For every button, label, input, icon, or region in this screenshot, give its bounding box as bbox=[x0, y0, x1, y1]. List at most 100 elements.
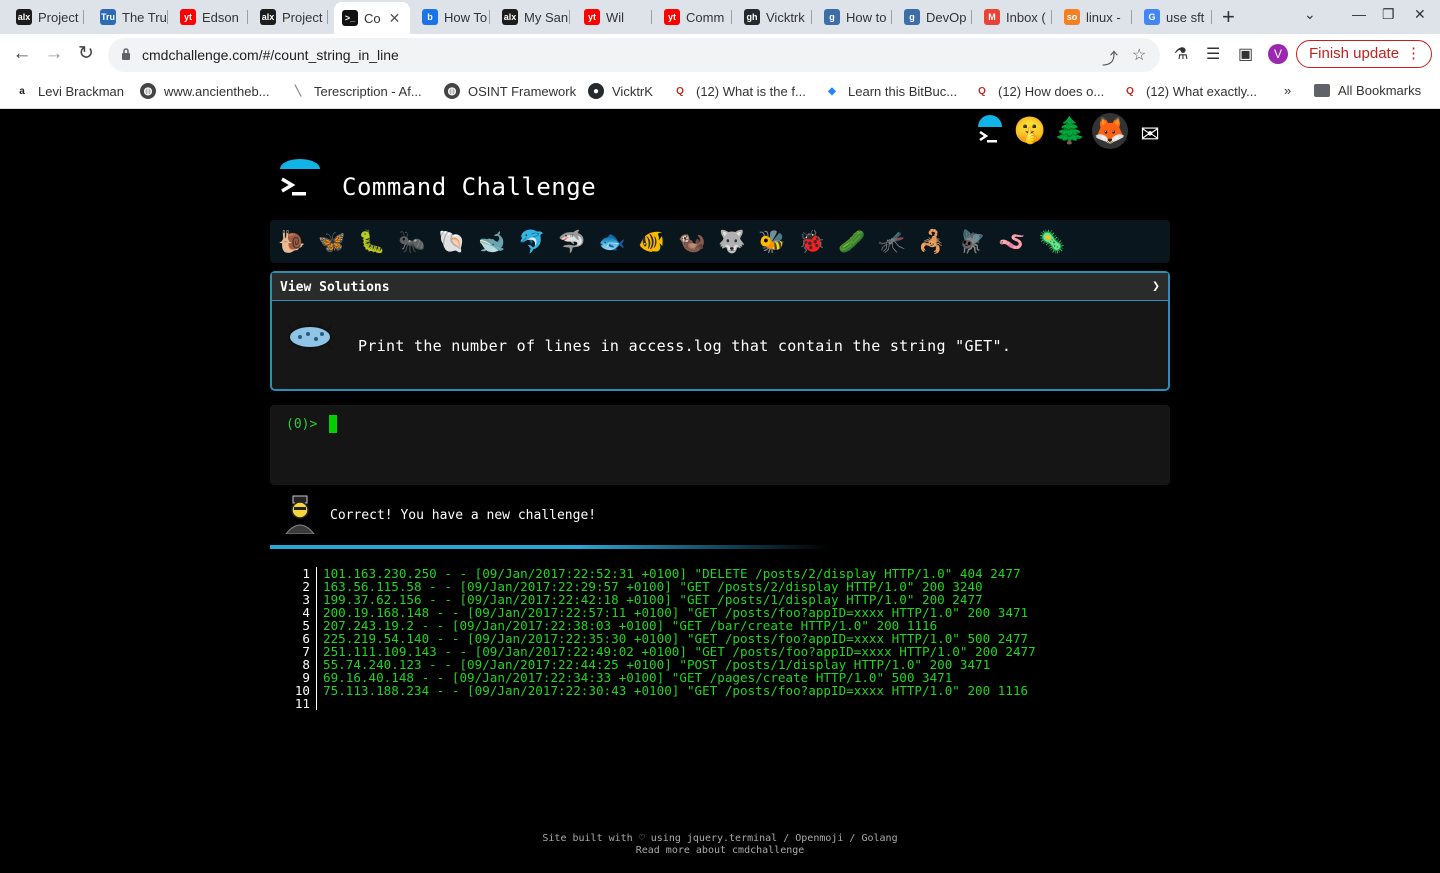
level-snail-icon[interactable]: 🐌 bbox=[276, 226, 308, 258]
tab-separator bbox=[811, 10, 812, 24]
minimize-icon[interactable]: — bbox=[1352, 6, 1366, 22]
bookmarks-bar: a Levi Brackman ◍ www.ancientheb... ╲ Terescr… bbox=[0, 75, 1440, 109]
level-whale-icon[interactable]: 🐋 bbox=[476, 226, 508, 258]
level-worm-icon[interactable]: 🪱 bbox=[996, 226, 1028, 258]
level-dolphin-icon[interactable]: 🐬 bbox=[516, 226, 548, 258]
bookmark-star-icon[interactable]: ☆ bbox=[1132, 45, 1146, 65]
gutter-divider bbox=[316, 619, 317, 632]
bookmark-item[interactable]: Q (12) What is the f... bbox=[672, 83, 806, 99]
tab-label: Edson bbox=[202, 9, 239, 25]
reload-icon[interactable]: ↻ bbox=[74, 43, 98, 65]
browser-tab[interactable]: yt Comm bbox=[656, 4, 732, 30]
line-number: 11 bbox=[294, 696, 310, 711]
tab-separator bbox=[327, 10, 328, 24]
browser-tab[interactable]: M Inbox ( bbox=[976, 4, 1052, 30]
address-bar[interactable]: cmdchallenge.com/#/count_string_in_line … bbox=[108, 38, 1160, 72]
level-fish-icon[interactable]: 🐟 bbox=[596, 226, 628, 258]
close-window-icon[interactable]: ✕ bbox=[1414, 6, 1426, 23]
bookmark-item[interactable]: a Levi Brackman bbox=[14, 83, 124, 99]
challenge-panel: View Solutions ❯ Print the number of lin… bbox=[270, 271, 1170, 391]
browser-tab[interactable]: g How to bbox=[816, 4, 892, 30]
log-line: 10 75.113.188.234 - - [09/Jan/2017:22:30:… bbox=[294, 684, 1036, 697]
bookmark-item[interactable]: Q (12) What exactly... bbox=[1122, 83, 1257, 99]
tab-label: How to bbox=[846, 9, 887, 25]
browser-tab[interactable]: >_ Co ✕ bbox=[334, 2, 410, 34]
browser-tab[interactable]: gh Vicktrk bbox=[736, 4, 812, 30]
level-fly-icon[interactable]: 🪰 bbox=[956, 226, 988, 258]
close-tab-icon[interactable]: ✕ bbox=[389, 10, 401, 27]
tab-separator bbox=[651, 10, 652, 24]
bookmark-favicon-icon: ╲ bbox=[290, 83, 306, 99]
gutter-divider bbox=[316, 580, 317, 593]
tab-label: linux - bbox=[1086, 9, 1121, 25]
mail-icon[interactable]: ✉ bbox=[1132, 113, 1168, 149]
level-caterpillar-icon[interactable]: 🐛 bbox=[356, 226, 388, 258]
level-ant-icon[interactable]: 🐜 bbox=[396, 226, 428, 258]
gitlab-icon[interactable]: 🦊 bbox=[1092, 113, 1128, 149]
share-icon[interactable]: ⤴ bbox=[1102, 45, 1118, 69]
restore-icon[interactable]: ❐ bbox=[1382, 6, 1395, 23]
browser-tab[interactable]: yt Edson bbox=[172, 4, 248, 30]
tab-search-icon[interactable]: ⌄ bbox=[1304, 6, 1316, 23]
bookmark-favicon-icon: Q bbox=[974, 83, 990, 99]
bookmark-label: Terescription - Af... bbox=[314, 83, 422, 99]
bookmark-item[interactable]: ◍ OSINT Framework bbox=[444, 83, 576, 99]
new-tab-button[interactable]: + bbox=[1222, 4, 1235, 30]
shushing-face-icon[interactable]: 🤫 bbox=[1012, 113, 1048, 149]
level-cucumber-icon[interactable]: 🥒 bbox=[836, 226, 868, 258]
gutter-divider bbox=[316, 671, 317, 684]
reading-list-icon[interactable]: ☰ bbox=[1206, 44, 1220, 64]
bookmark-item[interactable]: ◍ www.ancientheb... bbox=[140, 83, 270, 99]
bookmark-item[interactable]: Q (12) How does o... bbox=[974, 83, 1104, 99]
level-wolf-icon[interactable]: 🐺 bbox=[716, 226, 748, 258]
level-shark-icon[interactable]: 🦈 bbox=[556, 226, 588, 258]
terminal-cursor bbox=[329, 415, 337, 433]
level-shell-icon[interactable]: 🐚 bbox=[436, 226, 468, 258]
back-icon[interactable]: ← bbox=[10, 43, 34, 65]
finish-update-label: Finish update bbox=[1309, 45, 1400, 62]
page-content: 🤫 🌲 🦊 ✉ Command Challenge 🐌 🦋 🐛 🐜 🐚 🐋 🐬 🦈 🐟 🐠 🦦 🐺 🐝 🐞… bbox=[0, 109, 1440, 873]
level-tropical-fish-icon[interactable]: 🐠 bbox=[636, 226, 668, 258]
more-menu-icon[interactable]: ⋮ bbox=[1406, 41, 1421, 67]
bookmark-label: (12) What is the f... bbox=[696, 83, 806, 99]
browser-toolbar: ← → ↻ cmdchallenge.com/#/count_string_in… bbox=[0, 34, 1440, 75]
terminal-logo-icon[interactable] bbox=[972, 113, 1008, 149]
browser-tab[interactable]: alx Project bbox=[252, 4, 328, 30]
tab-label: My San bbox=[524, 9, 569, 25]
profile-avatar[interactable]: V bbox=[1268, 44, 1288, 64]
browser-tab[interactable]: Tru The Tru bbox=[92, 4, 168, 30]
footer-read-more-link[interactable]: Read more about cmdchallenge bbox=[0, 845, 1440, 857]
finish-update-button[interactable]: Finish update ⋮ bbox=[1296, 40, 1432, 68]
level-scorpion-icon[interactable]: 🦂 bbox=[916, 226, 948, 258]
bookmark-item[interactable]: ● VicktrK bbox=[588, 83, 653, 99]
tab-label: Project bbox=[38, 9, 79, 25]
all-bookmarks-folder[interactable]: All Bookmarks bbox=[1314, 83, 1421, 98]
level-mosquito-icon[interactable]: 🦟 bbox=[876, 226, 908, 258]
extension-flask-icon[interactable]: ⚗ bbox=[1174, 44, 1188, 64]
browser-tab[interactable]: alx Project bbox=[8, 4, 84, 30]
terminal-input[interactable]: (0)> bbox=[270, 405, 1170, 485]
view-solutions-toggle[interactable]: View Solutions ❯ bbox=[272, 273, 1168, 301]
level-ladybug-icon[interactable]: 🐞 bbox=[796, 226, 828, 258]
level-butterfly-icon[interactable]: 🦋 bbox=[316, 226, 348, 258]
bookmark-favicon-icon: ◆ bbox=[824, 83, 840, 99]
browser-tab[interactable]: b How To bbox=[414, 4, 490, 30]
browser-tab[interactable]: alx My San bbox=[494, 4, 570, 30]
bookmark-item[interactable]: ╲ Terescription - Af... bbox=[290, 83, 422, 99]
level-bee-icon[interactable]: 🐝 bbox=[756, 226, 788, 258]
level-otter-icon[interactable]: 🦦 bbox=[676, 226, 708, 258]
gutter-divider bbox=[316, 632, 317, 645]
browser-tab[interactable]: Guse sft bbox=[1136, 4, 1212, 30]
browser-tab[interactable]: yt Wil bbox=[576, 4, 652, 30]
bookmark-item[interactable]: ◆ Learn this BitBuc... bbox=[824, 83, 957, 99]
tab-favicon-icon: alx bbox=[260, 9, 276, 25]
level-microbe-icon[interactable]: 🦠 bbox=[1036, 226, 1068, 258]
tree-icon[interactable]: 🌲 bbox=[1052, 113, 1088, 149]
side-panel-icon[interactable]: ▣ bbox=[1238, 44, 1253, 64]
bookmark-label: VicktrK bbox=[612, 83, 653, 99]
browser-tab[interactable]: g DevOp bbox=[896, 4, 972, 30]
forward-icon[interactable]: → bbox=[42, 43, 66, 65]
bookmarks-overflow-icon[interactable]: » bbox=[1284, 83, 1291, 98]
browser-tab[interactable]: so linux - bbox=[1056, 4, 1132, 30]
tab-separator bbox=[167, 10, 168, 24]
